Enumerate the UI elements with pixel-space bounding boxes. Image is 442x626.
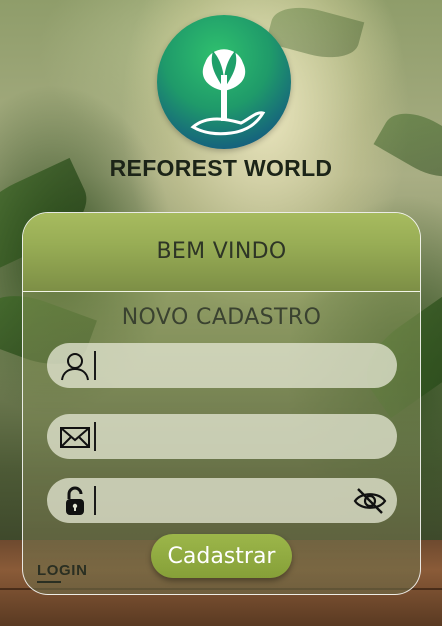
password-field[interactable] bbox=[47, 478, 397, 523]
brand-name: REFOREST WORLD bbox=[109, 155, 333, 181]
text-caret bbox=[94, 486, 96, 515]
register-button[interactable]: Cadastrar bbox=[151, 534, 292, 578]
signup-card: BEM VINDO NOVO CADASTRO LOGIN Cadastrar bbox=[22, 212, 421, 595]
email-input[interactable] bbox=[101, 420, 341, 453]
email-field[interactable] bbox=[47, 414, 397, 459]
password-input[interactable] bbox=[101, 484, 341, 517]
unlocked-padlock-icon bbox=[66, 486, 84, 515]
welcome-heading: BEM VINDO bbox=[156, 239, 287, 264]
sprout-hand-icon bbox=[157, 15, 291, 149]
signup-title: NOVO CADASTRO bbox=[121, 305, 322, 330]
text-caret bbox=[94, 422, 96, 451]
envelope-icon bbox=[60, 427, 90, 448]
login-link[interactable]: LOGIN bbox=[37, 562, 88, 583]
user-icon bbox=[61, 353, 89, 381]
text-caret bbox=[94, 351, 96, 380]
eye-slash-icon[interactable] bbox=[353, 486, 387, 516]
user-input[interactable] bbox=[101, 349, 341, 382]
card-header: BEM VINDO bbox=[23, 213, 420, 292]
user-field[interactable] bbox=[47, 343, 397, 388]
